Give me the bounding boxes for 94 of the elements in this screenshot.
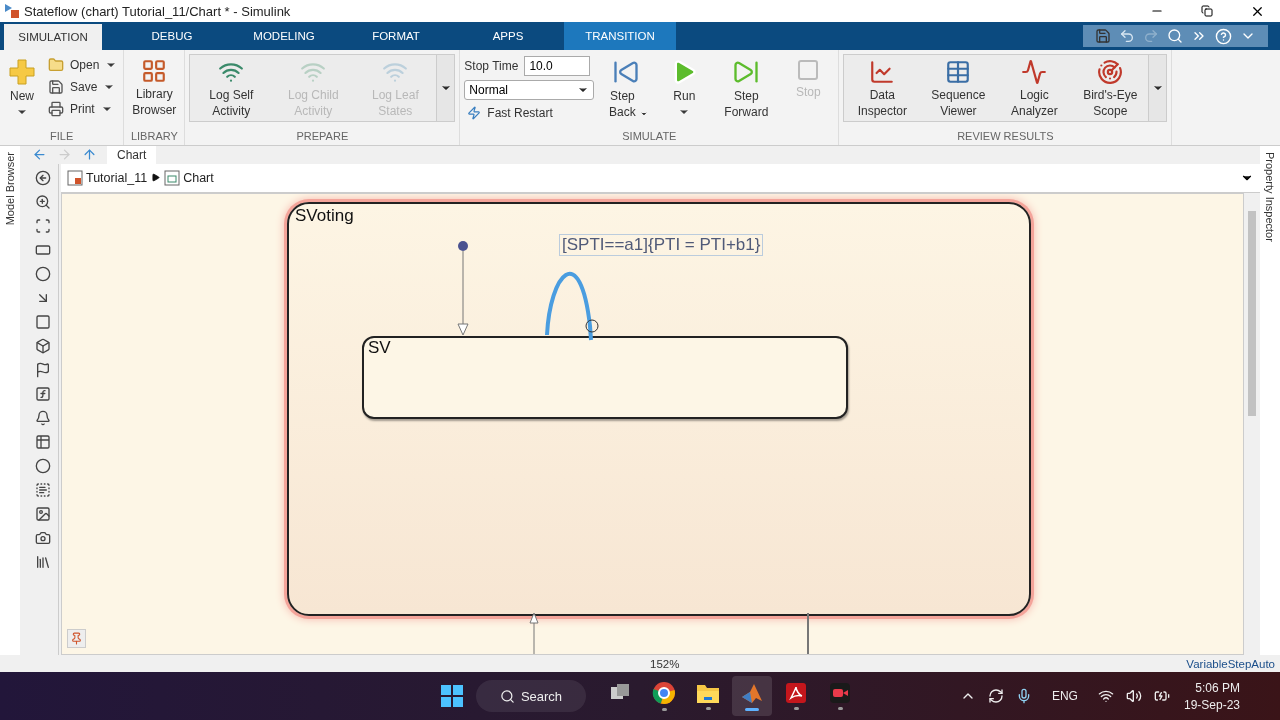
history-icon[interactable] — [35, 457, 51, 474]
sync-icon[interactable] — [987, 688, 1004, 704]
ribbon-button[interactable]: Data Inspector — [844, 55, 921, 121]
ribbon-button[interactable]: Logic Analyzer — [996, 55, 1073, 121]
wifi-icon[interactable] — [1097, 688, 1114, 704]
ribbon-button[interactable]: Open — [46, 56, 120, 74]
pin-icon[interactable] — [67, 629, 86, 649]
battery-icon[interactable] — [1153, 688, 1170, 704]
help-icon[interactable] — [1215, 27, 1232, 45]
bolt-icon — [467, 106, 482, 120]
ribbon-button[interactable]: Run — [658, 54, 711, 118]
line-chart-icon — [869, 59, 896, 85]
ribbon-tab[interactable]: TRANSITION — [564, 22, 676, 50]
save-icon — [48, 79, 64, 95]
transition-label[interactable]: [SPTI==a1]{PTI = PTI+b1} — [559, 233, 764, 256]
camera-icon[interactable] — [35, 529, 51, 546]
image-icon[interactable] — [35, 505, 51, 522]
button-label: Step Back — [608, 88, 637, 120]
side-tab[interactable]: Model Browser — [0, 145, 20, 656]
ribbon-button[interactable]: New — [4, 54, 40, 118]
waveform-icon — [1021, 59, 1048, 85]
ribbon-button[interactable]: Step Back — [600, 54, 653, 120]
radar-icon — [1097, 59, 1124, 85]
breadcrumb-item[interactable]: Tutorial_11 — [67, 169, 148, 186]
app-icon — [4, 3, 20, 19]
table-icon[interactable] — [35, 433, 51, 450]
new-icon — [8, 58, 36, 86]
start-icon[interactable] — [440, 684, 464, 708]
breadcrumb-item[interactable]: Chart — [164, 169, 214, 186]
section-title: PREPARE — [295, 129, 350, 144]
section-title: LIBRARY — [129, 129, 179, 144]
scrollbar-thumb[interactable] — [1248, 210, 1256, 416]
mode-dropdown[interactable]: Normal — [464, 80, 595, 100]
library-icon — [141, 58, 168, 84]
text-icon[interactable] — [35, 481, 51, 498]
ribbon-button[interactable]: Bird's-Eye Scope — [1072, 55, 1149, 121]
transition-line[interactable] — [807, 612, 809, 655]
ribbon-tab[interactable]: APPS — [452, 22, 564, 50]
undo-icon[interactable] — [1119, 28, 1135, 44]
ribbon-button[interactable]: Step Forward — [716, 54, 777, 120]
ribbon-tab[interactable]: MODELING — [228, 22, 340, 50]
self-loop-transition[interactable] — [545, 272, 599, 340]
zoom-in-icon[interactable] — [35, 193, 51, 210]
app-icon[interactable] — [732, 676, 772, 716]
transition-arrow[interactable] — [529, 612, 539, 655]
search-button[interactable]: Search — [476, 680, 586, 712]
ribbon-button[interactable]: Save — [46, 78, 120, 96]
state-name: SV — [368, 337, 391, 358]
language-indicator[interactable]: ENG — [1051, 689, 1078, 703]
section-title: REVIEW RESULTS — [956, 129, 1055, 144]
function-icon[interactable] — [35, 385, 51, 402]
table-icon — [945, 59, 972, 85]
fast-restart-toggle[interactable]: Fast Restart — [464, 104, 595, 122]
volume-icon[interactable] — [1125, 688, 1142, 704]
clock[interactable]: 5:06 PM 19-Sep-23 — [1183, 680, 1240, 712]
search-icon — [499, 688, 515, 704]
back-icon[interactable] — [35, 169, 51, 186]
field-label: Stop Time — [464, 59, 519, 73]
subchart-icon[interactable] — [35, 337, 51, 354]
window-title: Stateflow (chart) Tutorial_11/Chart * - Simulink — [24, 3, 292, 19]
section-title: FILE — [49, 129, 75, 144]
bell-icon[interactable] — [35, 409, 51, 426]
ribbon-button[interactable]: Sequence Viewer — [920, 55, 997, 121]
clock-date: 19-Sep-23 — [1183, 697, 1240, 712]
zoom-level: 152% — [650, 657, 680, 670]
library-icon[interactable] — [35, 553, 51, 570]
solver-link[interactable]: VariableStepAuto — [1186, 657, 1275, 670]
folder-icon — [48, 57, 64, 73]
side-tab[interactable]: Property Inspector — [1260, 145, 1280, 656]
state-name: SVoting — [295, 205, 354, 226]
default-transition-arrow[interactable] — [457, 240, 469, 336]
clock-time: 5:06 PM — [1195, 680, 1240, 695]
ribbon-tab[interactable]: SIMULATION — [4, 24, 102, 50]
junction-tool-icon[interactable] — [35, 265, 51, 282]
flag-icon[interactable] — [35, 361, 51, 378]
search-icon[interactable] — [1167, 28, 1183, 44]
ribbon-tab[interactable]: FORMAT — [340, 22, 452, 50]
section-title: SIMULATE — [621, 129, 678, 144]
restore-icon — [1201, 5, 1213, 17]
ribbon-button[interactable]: Log Self Activity — [190, 55, 273, 121]
up-icon[interactable] — [82, 147, 97, 163]
stop-time-field[interactable]: 10.0 — [524, 56, 591, 76]
chart-icon — [164, 169, 181, 186]
separator-icon — [151, 173, 161, 183]
fit-view-icon[interactable] — [35, 217, 51, 234]
state-box[interactable] — [362, 335, 848, 419]
box-tool-icon[interactable] — [35, 313, 51, 330]
ribbon-tab[interactable]: DEBUG — [116, 22, 228, 50]
ribbon-button[interactable]: Library Browser — [128, 54, 181, 118]
ribbon-button[interactable]: Print — [46, 100, 120, 118]
printer-icon — [48, 101, 64, 117]
save-icon[interactable] — [1095, 28, 1111, 44]
model-icon — [67, 169, 83, 186]
stop-icon — [796, 58, 821, 82]
